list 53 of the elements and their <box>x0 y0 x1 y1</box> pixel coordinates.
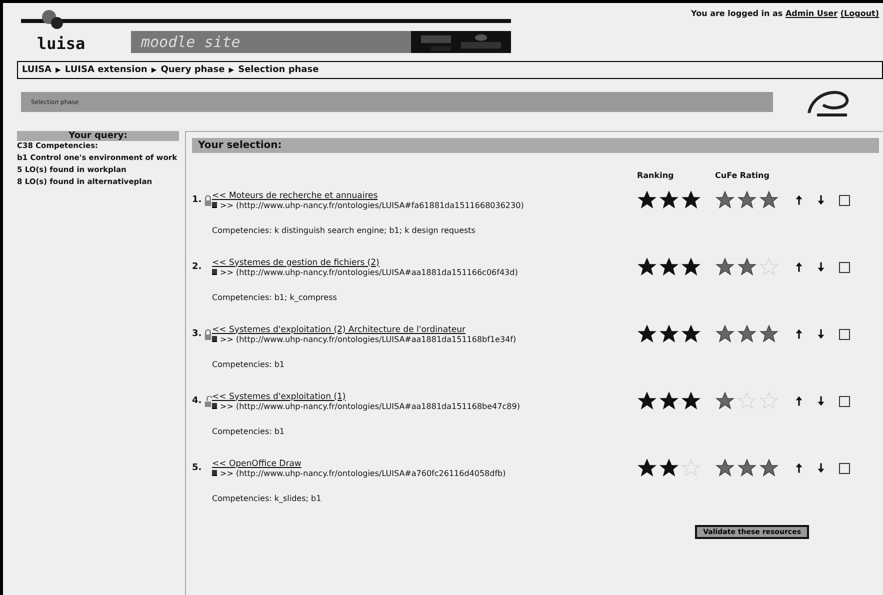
competencies-text: Competencies: k_slides; b1 <box>212 493 322 505</box>
url-link[interactable]: >> (http://www.uhp-nancy.fr/ontologies/LUISA#aa1881da151168be47c89) <box>220 402 520 410</box>
section-header: Your selection: <box>192 138 879 153</box>
competencies-text: Competencies: b1; k_compress <box>212 292 338 304</box>
breadcrumb-link[interactable]: LUISA <box>22 65 52 75</box>
url-link[interactable]: >> (http://www.uhp-nancy.fr/ontologies/LUISA#a760fc26116d4058dfb) <box>220 468 506 478</box>
login-info: You are logged in as Admin User (Logout) <box>691 9 879 20</box>
bullet-icon <box>212 269 217 275</box>
item-number: 1. <box>192 194 202 204</box>
user-link[interactable]: Admin User <box>785 9 838 18</box>
site-name: moodle site <box>140 33 240 51</box>
url-link[interactable]: >> (http://www.uhp-nancy.fr/ontologies/LUISA#fa61881da1511668036230) <box>220 200 524 210</box>
down-arrow-icon[interactable] <box>817 328 825 340</box>
bullet-icon <box>212 336 217 342</box>
checkbox[interactable] <box>839 194 850 206</box>
logout-link[interactable]: (Logout) <box>840 9 879 18</box>
up-arrow-icon[interactable] <box>795 328 803 340</box>
up-arrow-icon[interactable] <box>795 194 803 206</box>
url-link[interactable]: >> (http://www.uhp-nancy.fr/ontologies/LUISA#aa1881da151168bf1e34f) <box>220 334 516 344</box>
up-arrow-icon[interactable] <box>795 261 803 273</box>
up-arrow-icon[interactable] <box>795 395 803 407</box>
bullet-icon <box>212 202 217 208</box>
resource-link[interactable]: << Systemes de gestion de fichiers (2) <box>212 258 380 268</box>
down-arrow-icon[interactable] <box>817 395 825 407</box>
breadcrumb-link[interactable]: Selection phase <box>238 65 319 75</box>
competencies-text: Competencies: b1 <box>212 359 286 371</box>
bullet-icon <box>212 403 217 409</box>
down-arrow-icon[interactable] <box>817 462 825 474</box>
checkbox[interactable] <box>839 396 850 406</box>
checkbox[interactable] <box>839 462 850 474</box>
down-arrow-icon[interactable] <box>817 194 825 206</box>
site-logo: luisa <box>37 34 86 53</box>
breadcrumb-link[interactable]: LUISA extension <box>64 65 148 75</box>
up-arrow-icon[interactable] <box>795 462 803 474</box>
item-number: 3. <box>192 328 202 338</box>
column-header: CuFe Rating <box>715 171 770 182</box>
checkbox[interactable] <box>839 328 850 340</box>
competencies-text: Competencies: k distinguish search engine; b1; k design requests <box>212 225 476 237</box>
breadcrumb-link[interactable]: Query phase <box>160 65 225 75</box>
bullet-icon <box>212 470 217 476</box>
url-link[interactable]: >> (http://www.uhp-nancy.fr/ontologies/LUISA#aa1881da151166c06f43d) <box>220 268 518 276</box>
sidebar-title: Your query: <box>17 131 179 141</box>
item-number: 4. <box>192 396 202 406</box>
resource-link[interactable]: << Moteurs de recherche et annuaires <box>212 190 378 200</box>
competencies-text: Competencies: b1 <box>212 426 286 438</box>
resource-link[interactable]: << Systemes d'exploitation (2) Architecture de l'ordinateur <box>212 324 466 334</box>
resource-link[interactable]: << Systemes d'exploitation (1) <box>212 392 346 402</box>
down-arrow-icon[interactable] <box>817 261 825 273</box>
column-header: Ranking <box>637 171 675 182</box>
resource-link[interactable]: << OpenOffice Draw <box>212 458 302 468</box>
item-number: 2. <box>192 262 202 272</box>
item-number: 5. <box>192 463 202 473</box>
checkbox[interactable] <box>839 262 850 272</box>
